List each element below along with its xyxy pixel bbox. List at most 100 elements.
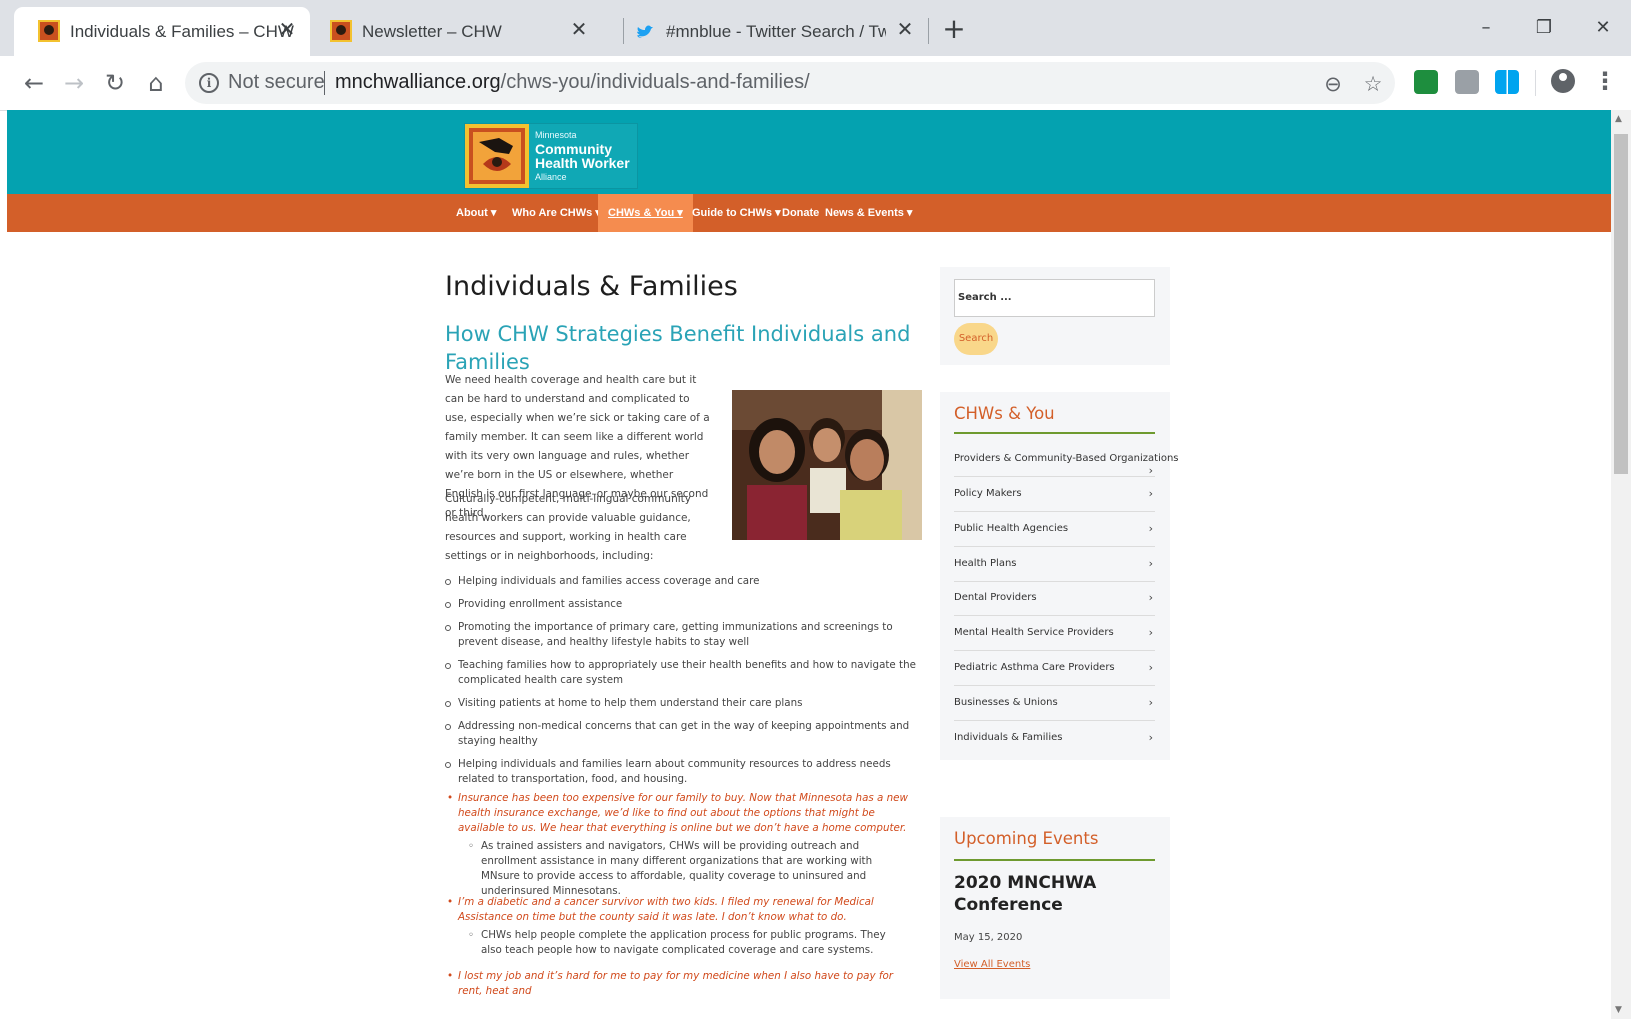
page-scrollbar[interactable]: ▲ ▼ [1611,110,1631,1019]
article-subtitle: How CHW Strategies Benefit Individuals a… [445,322,911,374]
chevron-right-icon: › [1148,696,1153,709]
home-icon[interactable]: ⌂ [141,68,171,98]
chw-logo-art-icon [465,124,529,188]
nav-news-events[interactable]: News & Events ▾ [825,194,912,232]
tab-title: #mnblue - Twitter Search / Twitte [666,21,886,41]
sidebar-item-health-plans[interactable]: Health Plans › [954,546,1155,582]
sidebar-item-businesses[interactable]: Businesses & Unions › [954,685,1155,721]
event-title[interactable]: 2020 MNCHWA Conference [954,872,1154,916]
list-item: Visiting patients at home to help them u… [445,696,925,711]
answer-block: ◦ CHWs help people complete the applicat… [468,928,908,958]
url-domain: mnchwalliance.org [335,71,501,93]
quote-block: • Insurance has been too expensive for o… [445,791,911,836]
tab-individuals-families[interactable]: Individuals & Families – CHW ✕ [14,7,310,56]
quote-text: Insurance has been too expensive for our… [458,792,908,834]
search-widget: Search ... Search [940,267,1170,365]
widget-rule [954,859,1155,861]
close-window-icon[interactable]: ✕ [1583,12,1623,44]
sidebar-item-label: Public Health Agencies [954,523,1069,534]
sidebar-item-label: Individuals & Families [954,732,1063,743]
url-text[interactable]: mnchwalliance.org/chws-you/individuals-a… [335,71,810,94]
quote-bullet: • [447,792,454,804]
chevron-right-icon: › [1148,661,1153,674]
sidebar-item-public-health[interactable]: Public Health Agencies › [954,511,1155,547]
sidebar-item-dental[interactable]: Dental Providers › [954,580,1155,616]
answer-text: As trained assisters and navigators, CHW… [481,840,873,897]
answer-block: ◦ As trained assisters and navigators, C… [468,839,908,899]
new-tab-button[interactable]: + [940,15,968,44]
windows-extension-icon[interactable] [1495,70,1519,94]
main-navigation: About ▾ Who Are CHWs ▾ CHWs & You ▾ Guid… [7,194,1611,232]
widget-rule [954,432,1155,434]
nav-donate[interactable]: Donate [782,194,819,232]
address-bar[interactable]: i Not secure mnchwalliance.org/chws-you/… [185,62,1395,104]
extension-icon[interactable] [1455,70,1479,94]
sidebar-item-individuals-families[interactable]: Individuals & Families › [954,720,1155,755]
close-tab-icon[interactable]: ✕ [894,19,916,41]
site-logo[interactable]: Minnesota Community Health Worker Allian… [465,124,637,188]
menu-icon[interactable]: ⋮ [1593,64,1617,98]
tab-strip: Individuals & Families – CHW ✕ Newslette… [0,0,1631,56]
chevron-right-icon: › [1148,731,1153,744]
scroll-up-icon[interactable]: ▲ [1615,114,1622,124]
nav-guide-to-chws[interactable]: Guide to CHWs ▾ [692,194,781,232]
events-widget: Upcoming Events 2020 MNCHWA Conference M… [940,817,1170,999]
nav-chws-and-you[interactable]: CHWs & You ▾ [598,194,693,232]
zoom-out-icon[interactable]: ⊖ [1320,71,1346,97]
quote-bullet: • [447,896,454,908]
profile-icon[interactable] [1551,69,1575,93]
chevron-right-icon: › [1148,626,1153,639]
close-tab-icon[interactable]: ✕ [276,19,298,41]
search-button[interactable]: Search [954,323,998,355]
page-viewport: Minnesota Community Health Worker Allian… [7,110,1611,1019]
search-input[interactable]: Search ... [954,279,1155,317]
tab-newsletter[interactable]: Newsletter – CHW ✕ [306,7,602,56]
list-item: Addressing non-medical concerns that can… [445,719,925,749]
minimize-icon[interactable]: – [1466,12,1506,44]
quote-bullet: • [447,970,454,982]
info-icon[interactable]: i [199,73,219,93]
sidebar-item-label: Health Plans [954,558,1017,569]
sidebar-item-label: Businesses & Unions [954,697,1058,708]
omnibox-divider [324,71,325,95]
sidebar-item-label: Mental Health Service Providers [954,627,1114,638]
close-tab-icon[interactable]: ✕ [568,19,590,41]
sidebar-item-pediatric-asthma[interactable]: Pediatric Asthma Care Providers › [954,650,1155,686]
sidebar-item-mental-health[interactable]: Mental Health Service Providers › [954,615,1155,651]
extension-icon[interactable] [1414,70,1438,94]
nav-about[interactable]: About ▾ [456,194,496,232]
list-item: Teaching families how to appropriately u… [445,658,925,688]
restore-icon[interactable]: ❐ [1524,12,1564,44]
answer-text: CHWs help people complete the applicatio… [481,929,886,956]
tab-twitter-search[interactable]: #mnblue - Twitter Search / Twitte ✕ [610,7,928,56]
tab-title: Individuals & Families – CHW [70,21,294,41]
chevron-right-icon: › [1148,522,1153,535]
quote-block: • I lost my job and it’s hard for me to … [445,969,911,999]
security-label[interactable]: Not secure [228,71,325,94]
chws-you-widget: CHWs & You Providers & Community-Based O… [940,392,1179,760]
chevron-right-icon: › [1148,591,1153,604]
support-paragraph: Culturally-competent, multi-lingual comm… [445,493,691,562]
quote-text: I’m a diabetic and a cancer survivor wit… [458,896,874,923]
list-item: Helping individuals and families learn a… [445,757,925,787]
nav-who-are-chws[interactable]: Who Are CHWs ▾ [512,194,601,232]
sidebar-item-policy-makers[interactable]: Policy Makers › [954,476,1155,512]
family-photo [732,390,922,540]
quote-text: I lost my job and it’s hard for me to pa… [458,970,894,997]
list-item: Providing enrollment assistance [445,597,925,612]
sidebar-item-providers[interactable]: Providers & Community-Based Organization… [954,442,1179,477]
tab-title: Newsletter – CHW [362,21,502,41]
chevron-right-icon: › [1148,557,1153,570]
sidebar-item-label: Dental Providers [954,592,1037,603]
toolbar-separator [1535,70,1536,96]
reload-icon[interactable]: ↻ [100,68,130,98]
bookmark-star-icon[interactable]: ☆ [1360,71,1386,97]
scroll-thumb[interactable] [1614,134,1628,474]
forward-icon[interactable]: → [59,68,89,98]
scroll-down-icon[interactable]: ▼ [1615,1005,1622,1015]
event-date: May 15, 2020 [954,932,1023,943]
chw-logo-icon [330,20,352,42]
view-all-events-link[interactable]: View All Events [954,959,1030,970]
chw-logo-icon [38,20,60,42]
back-icon[interactable]: ← [19,68,49,98]
